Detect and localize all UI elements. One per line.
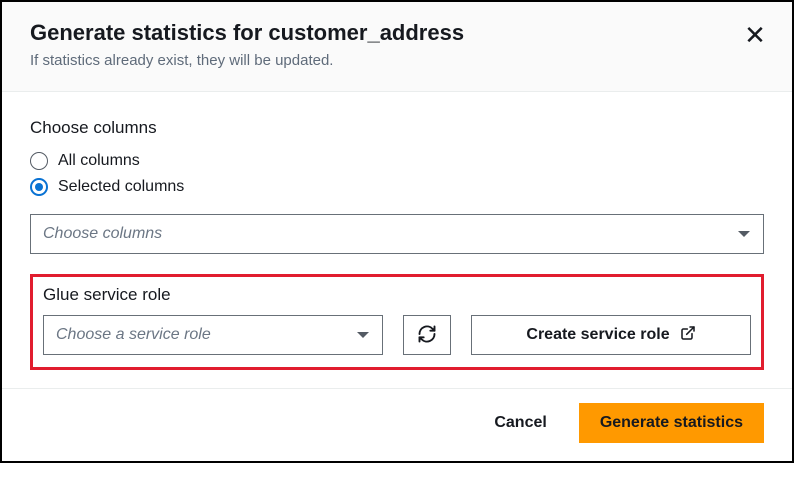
create-service-role-button[interactable]: Create service role	[471, 315, 751, 355]
close-icon: ✕	[744, 20, 766, 50]
glue-service-role-label: Glue service role	[43, 285, 751, 305]
create-service-role-label: Create service role	[526, 326, 669, 344]
radio-all-columns-label: All columns	[58, 152, 140, 170]
modal-footer: Cancel Generate statistics	[2, 388, 792, 461]
service-role-placeholder: Choose a service role	[56, 326, 211, 344]
refresh-icon	[417, 324, 437, 347]
cancel-button[interactable]: Cancel	[490, 406, 550, 440]
radio-circle-icon	[30, 152, 48, 170]
external-link-icon	[680, 325, 696, 346]
caret-down-icon	[356, 330, 370, 340]
modal-header: Generate statistics for customer_address…	[2, 2, 792, 92]
refresh-button[interactable]	[403, 315, 451, 355]
modal-subtitle: If statistics already exist, they will b…	[30, 52, 764, 69]
columns-radio-group: All columns Selected columns	[30, 148, 764, 200]
radio-selected-columns-label: Selected columns	[58, 178, 184, 196]
generate-statistics-button[interactable]: Generate statistics	[579, 403, 764, 443]
radio-selected-columns[interactable]: Selected columns	[30, 174, 764, 200]
modal-title: Generate statistics for customer_address	[30, 20, 724, 46]
choose-columns-placeholder: Choose columns	[43, 225, 162, 243]
glue-service-role-section: Glue service role Choose a service role	[30, 274, 764, 370]
modal-body: Choose columns All columns Selected colu…	[2, 92, 792, 388]
generate-statistics-modal: Generate statistics for customer_address…	[0, 0, 794, 463]
choose-columns-dropdown[interactable]: Choose columns	[30, 214, 764, 254]
choose-columns-label: Choose columns	[30, 118, 764, 138]
radio-circle-checked-icon	[30, 178, 48, 196]
radio-all-columns[interactable]: All columns	[30, 148, 764, 174]
service-role-row: Choose a service role	[43, 315, 751, 355]
close-button[interactable]: ✕	[740, 20, 770, 50]
service-role-dropdown[interactable]: Choose a service role	[43, 315, 383, 355]
caret-down-icon	[737, 229, 751, 239]
